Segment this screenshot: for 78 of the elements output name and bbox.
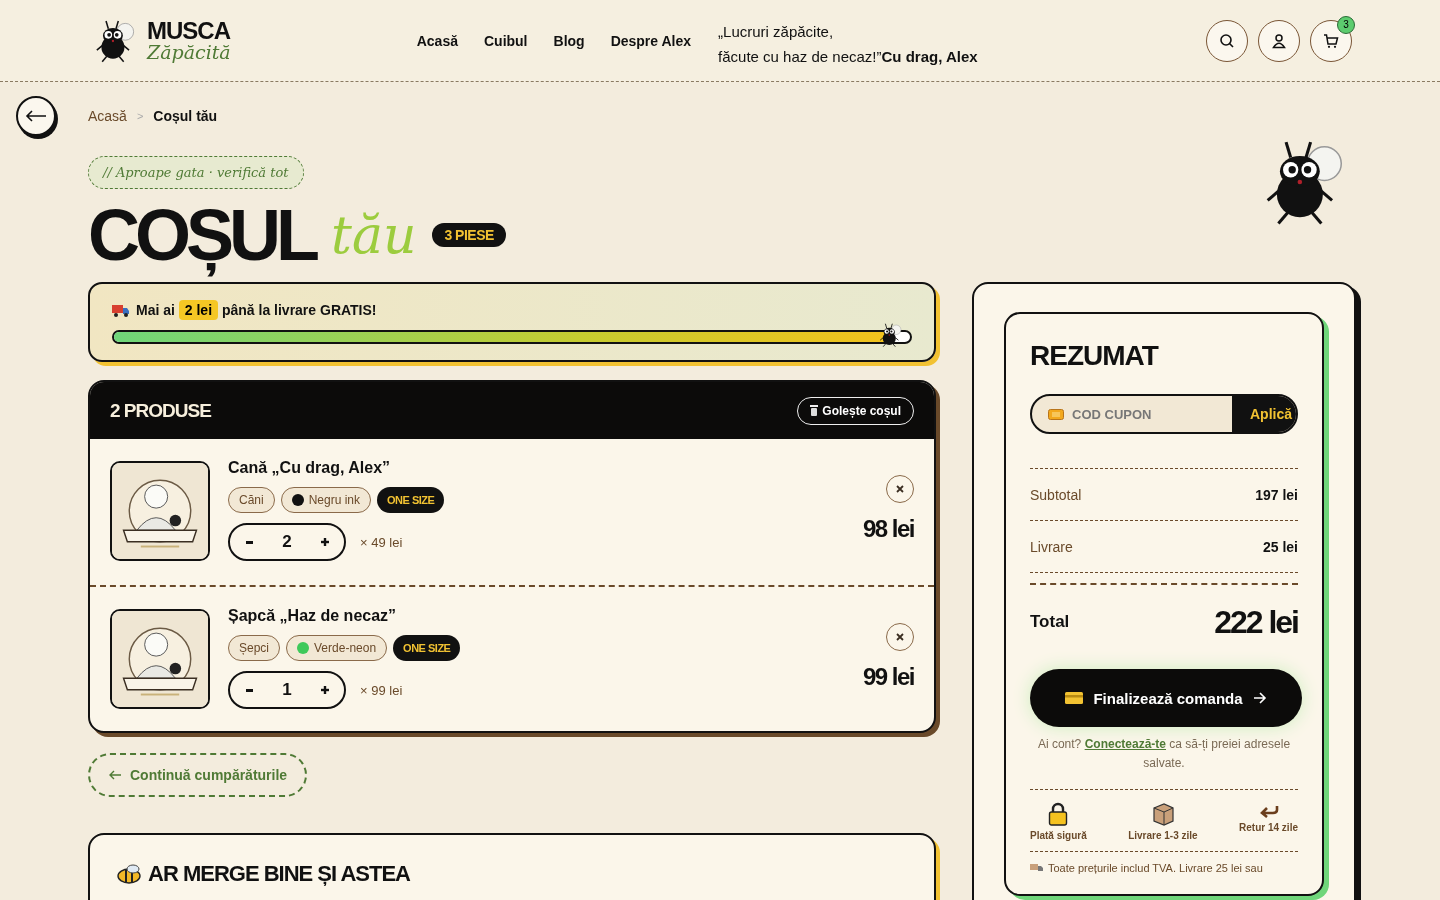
perk-label: Plată sigură: [1030, 830, 1087, 841]
total-label: Total: [1030, 612, 1070, 632]
summary-label: Livrare: [1030, 538, 1073, 555]
perk-label: Retur 14 zile: [1239, 822, 1298, 833]
perk-label: Livrare 1-3 zile: [1128, 830, 1198, 841]
logo-subtitle: Zăpăcită: [147, 43, 231, 62]
quote-text: „Lucruri zăpăcite,: [718, 21, 835, 42]
padlock-icon: [1048, 802, 1069, 826]
cart-button[interactable]: 3: [1310, 19, 1352, 62]
summary-value: 25 lei: [1262, 538, 1298, 555]
coupon-field[interactable]: COD CUPON Aplică: [1030, 394, 1298, 434]
continue-shopping-link[interactable]: Continuă cumpărăturile: [88, 753, 308, 797]
arrow-right-icon: [1252, 692, 1267, 704]
close-icon: [896, 633, 904, 641]
remove-button[interactable]: [886, 623, 914, 651]
nav-link[interactable]: Blog: [553, 32, 585, 49]
size-tag: ONE SIZE: [377, 487, 445, 513]
search-button[interactable]: [1206, 19, 1248, 62]
truck-icon: [112, 303, 130, 317]
search-icon: [1219, 32, 1235, 49]
cart-icon: [1323, 32, 1339, 49]
unit-price: × 49 lei: [360, 534, 403, 550]
breadcrumb-separator: >: [136, 110, 144, 122]
plus-icon: [321, 686, 329, 694]
checkout-button[interactable]: Finalizează comanda: [1030, 669, 1302, 727]
apply-button[interactable]: Aplică: [1232, 396, 1296, 432]
cart-count-badge: 3: [1337, 15, 1355, 34]
arrow-left-icon: [108, 770, 122, 780]
plus-icon: [321, 538, 329, 546]
product-name: Șapcă „Haz de necaz”: [228, 607, 398, 625]
item-count-badge: 3 PIESE: [432, 223, 506, 247]
breadcrumb-link[interactable]: Coșul tău: [153, 108, 218, 124]
package-icon: [1151, 802, 1174, 826]
cart-title: 2 PRODUSE: [110, 399, 211, 422]
line-total: 98 lei: [862, 515, 914, 543]
color-tag: Verde-neon: [286, 635, 388, 661]
color-tag: Negru ink: [280, 487, 372, 513]
trash-icon: [810, 405, 819, 416]
status-tag: // Aproape gata · verifică tot: [88, 156, 304, 189]
category-tag: Căni: [228, 487, 275, 513]
nav-link[interactable]: Acasă: [416, 32, 458, 49]
page-title: COȘUL: [88, 194, 315, 277]
suggestions-title: AR MERGE BINE ȘI ASTEA: [148, 861, 410, 887]
total-value: 222 lei: [1214, 603, 1298, 641]
nav-link[interactable]: Despre Alex: [610, 32, 692, 49]
quantity-value: 1: [282, 680, 292, 700]
back-button[interactable]: [16, 96, 56, 136]
breadcrumb-link[interactable]: Acasă: [88, 108, 127, 124]
quantity-stepper[interactable]: 1: [228, 671, 346, 709]
product-name: Cană „Cu drag, Alex”: [228, 459, 392, 477]
ticket-icon: [1048, 408, 1064, 420]
category-tag: Șepci: [228, 635, 281, 661]
summary-title: REZUMAT: [1030, 340, 1160, 372]
summary-label: Subtotal: [1030, 486, 1082, 503]
credit-card-icon: [1065, 692, 1084, 704]
minus-icon: [245, 540, 253, 544]
arrow-left-icon: [25, 110, 47, 122]
account-button[interactable]: [1258, 19, 1300, 62]
summary-value: 197 lei: [1255, 486, 1298, 503]
quantity-value: 2: [282, 532, 292, 552]
unit-price: × 99 lei: [360, 682, 403, 698]
nav-link[interactable]: Cuibul: [483, 32, 528, 49]
page-title-accent: tău: [331, 205, 417, 265]
minus-icon: [245, 688, 253, 692]
quote-text: făcute cu haz de necaz!”Cu drag, Alex: [718, 46, 978, 67]
login-note: Ai cont? Conectează-te ca să-ți preiei adresele salvate.: [1036, 736, 1292, 772]
close-icon: [896, 485, 904, 493]
footnote: Toate prețurile includ TVA. Livrare 25 lei sau: [1048, 862, 1263, 874]
shipping-message: Mai ai 2 lei până la livrare GRATIS!: [136, 302, 377, 318]
logo-title: MUSCA: [147, 19, 231, 43]
user-icon: [1271, 32, 1287, 49]
login-link[interactable]: Conectează-te: [1084, 737, 1166, 751]
size-tag: ONE SIZE: [393, 635, 461, 661]
quantity-stepper[interactable]: 2: [228, 523, 346, 561]
bee-icon: [116, 864, 142, 884]
line-total: 99 lei: [862, 663, 914, 691]
truck-icon: [1030, 863, 1044, 873]
remove-button[interactable]: [886, 475, 914, 503]
